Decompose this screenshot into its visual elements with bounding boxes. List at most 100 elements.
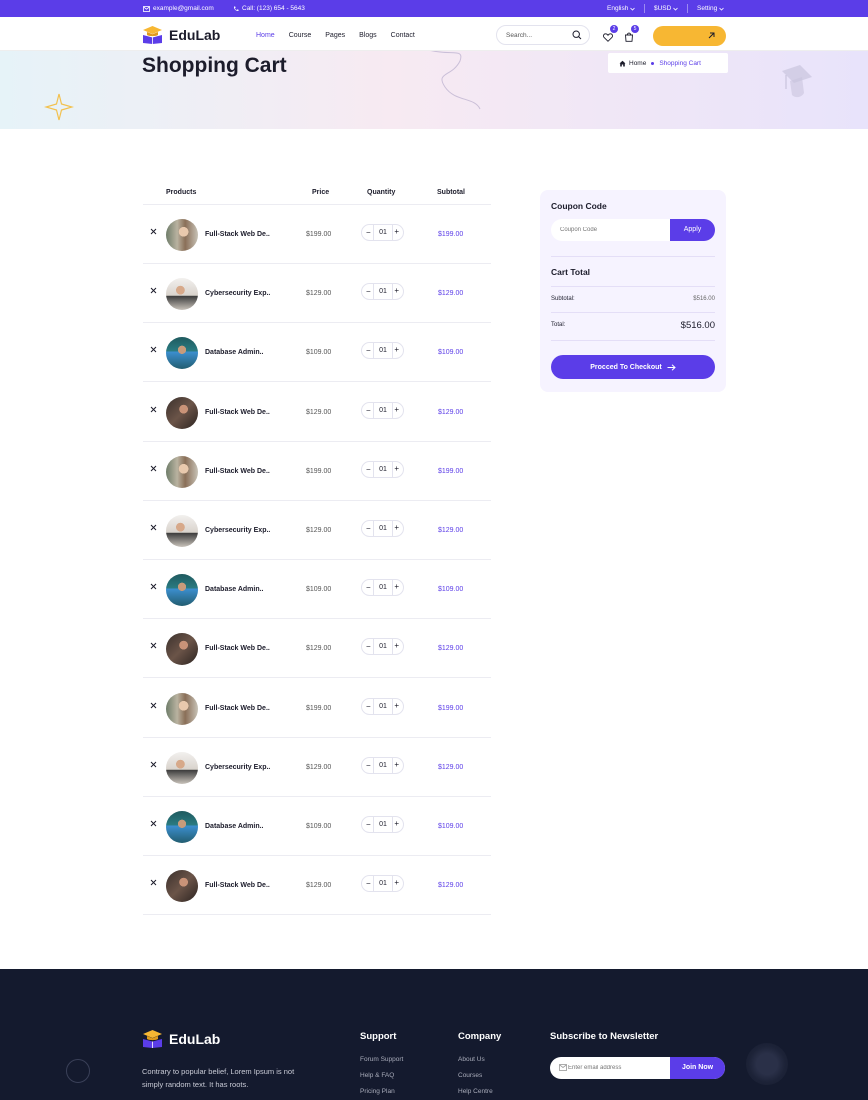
product-name[interactable]: Full-Stack Web De..	[205, 705, 270, 712]
close-icon[interactable]	[150, 642, 157, 649]
search-icon[interactable]	[572, 30, 582, 40]
quantity-value[interactable]: 01	[373, 817, 393, 832]
quantity-increase-button[interactable]: +	[394, 701, 399, 710]
footer-link-pricing-plan[interactable]: Pricing Plan	[360, 1088, 395, 1095]
quantity-decrease-button[interactable]: −	[366, 761, 371, 770]
product-name[interactable]: Full-Stack Web De..	[205, 882, 270, 889]
product-thumbnail[interactable]	[166, 515, 198, 547]
currency-select[interactable]: $USD	[654, 5, 679, 12]
quantity-value[interactable]: 01	[373, 698, 393, 714]
product-name[interactable]: Database Admin..	[205, 823, 263, 830]
close-icon[interactable]	[150, 228, 157, 235]
footer-logo[interactable]: EduLab	[142, 1030, 220, 1048]
close-icon[interactable]	[150, 346, 157, 353]
footer-link-forum-support[interactable]: Forum Support	[360, 1056, 403, 1063]
header-cta-button[interactable]	[653, 26, 726, 46]
breadcrumb-home[interactable]: Home	[619, 60, 646, 67]
newsletter-email-input[interactable]	[568, 1057, 668, 1079]
quantity-decrease-button[interactable]: −	[366, 524, 371, 533]
cart-button[interactable]: 5	[624, 25, 639, 47]
coupon-input[interactable]	[551, 219, 669, 241]
nav-pages[interactable]: Pages	[325, 32, 345, 39]
product-thumbnail[interactable]	[166, 574, 198, 607]
join-now-button[interactable]: Join Now	[670, 1057, 725, 1079]
quantity-decrease-button[interactable]: −	[366, 583, 371, 592]
close-icon[interactable]	[150, 761, 157, 768]
wishlist-button[interactable]: 2	[603, 25, 618, 47]
nav-contact[interactable]: Contact	[391, 32, 415, 39]
quantity-decrease-button[interactable]: −	[366, 820, 371, 829]
quantity-decrease-button[interactable]: −	[366, 228, 371, 237]
product-name[interactable]: Full-Stack Web De..	[205, 645, 270, 652]
footer-link-help-centre[interactable]: Help Centre	[458, 1088, 493, 1095]
quantity-decrease-button[interactable]: −	[366, 346, 371, 355]
checkout-button[interactable]: Procced To Checkout	[551, 355, 715, 379]
product-name[interactable]: Full-Stack Web De..	[205, 231, 270, 238]
quantity-increase-button[interactable]: +	[394, 523, 399, 532]
nav-course[interactable]: Course	[289, 32, 312, 39]
product-thumbnail[interactable]	[166, 692, 198, 725]
nav-blogs[interactable]: Blogs	[359, 32, 377, 39]
apply-coupon-button[interactable]: Apply	[670, 219, 715, 241]
language-select[interactable]: English	[607, 5, 636, 12]
logo[interactable]: EduLab	[142, 26, 220, 44]
quantity-value[interactable]: 01	[373, 461, 393, 477]
setting-select[interactable]: Setting	[697, 5, 725, 12]
footer-link-help-faq[interactable]: Help & FAQ	[360, 1072, 394, 1079]
search-input[interactable]: Search...	[496, 25, 590, 45]
product-thumbnail[interactable]	[166, 751, 198, 784]
product-name[interactable]: Cybersecurity Exp..	[205, 764, 270, 771]
product-thumbnail[interactable]	[166, 337, 198, 370]
quantity-decrease-button[interactable]: −	[366, 702, 371, 711]
close-icon[interactable]	[150, 820, 157, 827]
quantity-value[interactable]: 01	[373, 757, 393, 773]
quantity-increase-button[interactable]: +	[394, 878, 399, 887]
product-thumbnail[interactable]	[166, 455, 198, 488]
quantity-increase-button[interactable]: +	[394, 286, 399, 295]
nav-home[interactable]: Home	[256, 32, 275, 39]
quantity-value[interactable]: 01	[373, 402, 393, 418]
product-thumbnail[interactable]	[166, 396, 198, 429]
quantity-value[interactable]: 01	[373, 225, 393, 240]
quantity-increase-button[interactable]: +	[394, 819, 399, 828]
quantity-value[interactable]: 01	[373, 876, 393, 892]
close-icon[interactable]	[150, 583, 157, 590]
product-thumbnail[interactable]	[166, 870, 198, 903]
quantity-increase-button[interactable]: +	[394, 345, 399, 354]
product-name[interactable]: Cybersecurity Exp..	[205, 290, 270, 297]
close-icon[interactable]	[150, 879, 157, 886]
quantity-increase-button[interactable]: +	[394, 641, 399, 650]
quantity-increase-button[interactable]: +	[394, 405, 399, 414]
quantity-value[interactable]: 01	[373, 580, 393, 596]
quantity-decrease-button[interactable]: −	[366, 642, 371, 651]
quantity-decrease-button[interactable]: −	[366, 287, 371, 296]
quantity-increase-button[interactable]: +	[394, 464, 399, 473]
product-name[interactable]: Full-Stack Web De..	[205, 468, 270, 475]
quantity-value[interactable]: 01	[373, 284, 393, 300]
quantity-increase-button[interactable]: +	[394, 582, 399, 591]
quantity-increase-button[interactable]: +	[394, 227, 399, 236]
top-phone[interactable]: Call: (123) 654 - 5643	[233, 5, 305, 12]
quantity-decrease-button[interactable]: −	[366, 465, 371, 474]
product-thumbnail[interactable]	[166, 633, 198, 666]
quantity-decrease-button[interactable]: −	[366, 406, 371, 415]
close-icon[interactable]	[150, 702, 157, 709]
close-icon[interactable]	[150, 406, 157, 413]
product-thumbnail[interactable]	[166, 811, 198, 843]
close-icon[interactable]	[150, 465, 157, 472]
product-thumbnail[interactable]	[166, 278, 198, 311]
close-icon[interactable]	[150, 524, 157, 531]
quantity-value[interactable]: 01	[373, 521, 393, 536]
product-thumbnail[interactable]	[166, 219, 198, 251]
product-name[interactable]: Database Admin..	[205, 349, 263, 356]
close-icon[interactable]	[150, 287, 157, 294]
product-name[interactable]: Full-Stack Web De..	[205, 409, 270, 416]
top-email[interactable]: example@gmail.com	[143, 5, 214, 12]
product-name[interactable]: Database Admin..	[205, 586, 263, 593]
quantity-value[interactable]: 01	[373, 343, 393, 359]
quantity-decrease-button[interactable]: −	[366, 879, 371, 888]
footer-link-about-us[interactable]: About Us	[458, 1056, 485, 1063]
quantity-value[interactable]: 01	[373, 639, 393, 655]
footer-link-courses[interactable]: Courses	[458, 1072, 482, 1079]
quantity-increase-button[interactable]: +	[394, 760, 399, 769]
